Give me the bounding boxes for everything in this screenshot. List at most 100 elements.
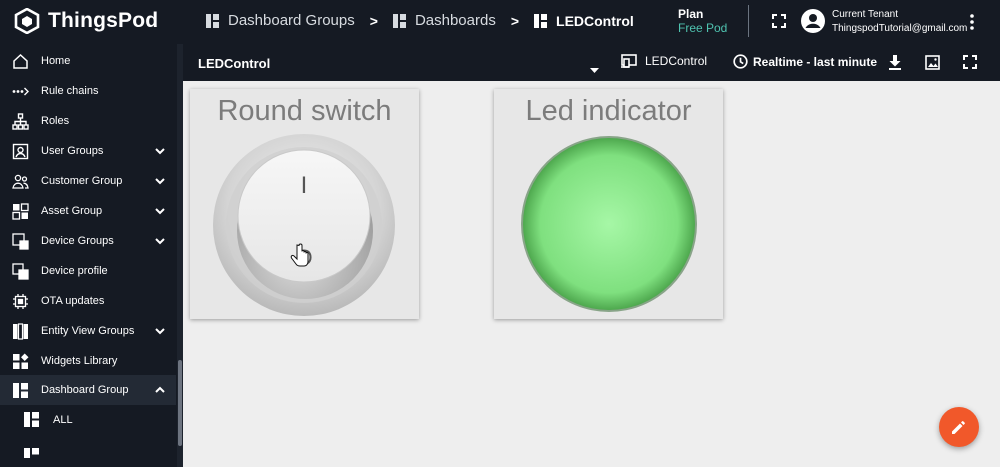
fullscreen-button[interactable] [772,14,786,33]
sidebar-item-ota-updates[interactable]: OTA updates [0,286,176,316]
sidebar-subitem-all[interactable]: ALL [0,405,176,435]
sidebar-item-label: Roles [41,115,70,127]
home-icon [13,53,28,69]
sidebar-item-asset-group[interactable]: Asset Group [0,196,176,226]
timewindow-label: Realtime - last minute [753,54,878,69]
breadcrumb-label: LEDControl [556,12,634,29]
sidebar-item-widgets-library[interactable]: Widgets Library [0,346,176,376]
dashboard-icon [392,13,406,28]
plan-info: Plan Free Pod [678,7,727,35]
top-bar: ThingsPod Dashboard Groups > Dashboards … [0,0,1000,44]
widget-title: Round switch [217,95,392,127]
fullscreen-icon [772,14,786,28]
breadcrumb-current: LEDControl [534,13,634,29]
avatar[interactable] [801,9,825,38]
sidebar-item-device-groups[interactable]: Device Groups [0,226,176,256]
sidebar-subitem-label: ALL [53,414,73,426]
device-profile-icon [12,263,29,280]
export-button[interactable] [888,55,902,75]
devices-icon [621,54,637,68]
app-logo[interactable]: ThingsPod [14,8,158,34]
sidebar-item-label: Widgets Library [41,355,118,367]
dashboard-icon [24,412,39,427]
entity-alias-label: LEDControl [645,54,708,68]
round-switch[interactable]: I O [211,133,397,319]
chevron-down-icon [155,148,165,155]
chevron-down-icon [155,208,165,215]
chevron-down-icon [155,328,165,335]
timewindow-button[interactable]: Realtime - last minute [733,54,877,69]
customers-icon [12,174,29,189]
user-role: Current Tenant [832,9,898,20]
sidebar-item-rule-chains[interactable]: Rule chains [0,76,176,106]
sidebar-item-home[interactable]: Home [0,46,176,76]
dashboard-fullscreen-button[interactable] [963,55,977,74]
sidebar-item-label: User Groups [41,145,104,157]
breadcrumb-separator: > [510,12,520,29]
breadcrumb-label: Dashboards [414,12,496,29]
export-image-button[interactable] [925,55,940,75]
widget-title: Led indicator [525,95,692,127]
breadcrumb-dashboards[interactable]: Dashboards [392,12,496,29]
dashboard-group-icon [206,13,219,28]
fullscreen-icon [963,55,977,69]
user-info[interactable]: Current Tenant ThingspodTutorial@gmail.c… [832,8,967,36]
sidebar-scrollbar-thumb[interactable] [178,360,182,446]
dashboard-icon [24,448,39,458]
download-icon [889,55,901,70]
rule-chain-icon [12,87,29,96]
image-icon [925,55,940,70]
account-circle-icon [801,9,825,33]
chevron-down-icon [155,178,165,185]
user-email: ThingspodTutorial@gmail.com [832,23,968,34]
edit-icon [952,421,965,434]
dashboard-icon [534,13,548,28]
breadcrumb-separator: > [369,12,378,29]
logo-icon [14,8,40,34]
app-name: ThingsPod [48,9,159,32]
sidebar-item-label: Home [41,55,71,67]
sidebar-item-label: Dashboard Group [41,384,129,396]
sidebar-item-device-profile[interactable]: Device profile [0,256,176,286]
asset-icon [12,203,29,220]
caret-down-icon [590,68,599,73]
dashboard-select-button[interactable] [590,60,599,78]
breadcrumb: Dashboard Groups > Dashboards > LEDContr… [206,12,634,29]
sidebar: Home Rule chains Roles User Groups Custo… [0,44,183,467]
led-indicator-widget: Led indicator [494,89,723,319]
entity-view-icon [13,323,28,340]
sidebar-item-label: Device Groups [41,235,114,247]
divider [748,5,749,37]
chevron-up-icon [155,386,165,393]
device-icon [12,233,29,250]
clock-icon [733,54,748,69]
plan-value: Free Pod [678,21,728,35]
breadcrumb-label: Dashboard Groups [228,12,355,29]
chevron-down-icon [155,238,165,245]
sidebar-item-entity-view-groups[interactable]: Entity View Groups [0,316,176,346]
app-root: ThingsPod Dashboard Groups > Dashboards … [0,0,1000,467]
edit-dashboard-button[interactable] [939,407,979,447]
hierarchy-icon [12,113,29,130]
sidebar-item-label: Rule chains [41,85,99,97]
sidebar-item-label: Device profile [41,265,108,277]
dashboard-toolbar: LEDControl LEDControl Realtime - last mi… [183,44,1000,81]
round-switch-widget: Round switch I [190,89,419,319]
sidebar-item-customer-group[interactable]: Customer Group [0,166,176,196]
dashboard-title: LEDControl [198,56,271,71]
breadcrumb-dashboard-groups[interactable]: Dashboard Groups [206,12,355,29]
sidebar-item-dashboard-group[interactable]: Dashboard Group [0,375,176,405]
more-menu-button[interactable] [969,14,975,35]
sidebar-subitem-partial[interactable] [0,435,176,465]
user-group-icon [12,143,29,160]
entity-alias-button[interactable]: LEDControl [621,54,707,68]
sidebar-item-label: Customer Group [41,175,123,187]
sidebar-item-user-groups[interactable]: User Groups [0,136,176,166]
sidebar-item-label: Entity View Groups [41,325,135,337]
led-light [523,138,695,310]
switch-on-label: I [301,172,308,199]
chip-icon [13,294,28,309]
sidebar-item-roles[interactable]: Roles [0,106,176,136]
plan-label: Plan [678,7,704,21]
sidebar-item-label: OTA updates [41,295,105,307]
